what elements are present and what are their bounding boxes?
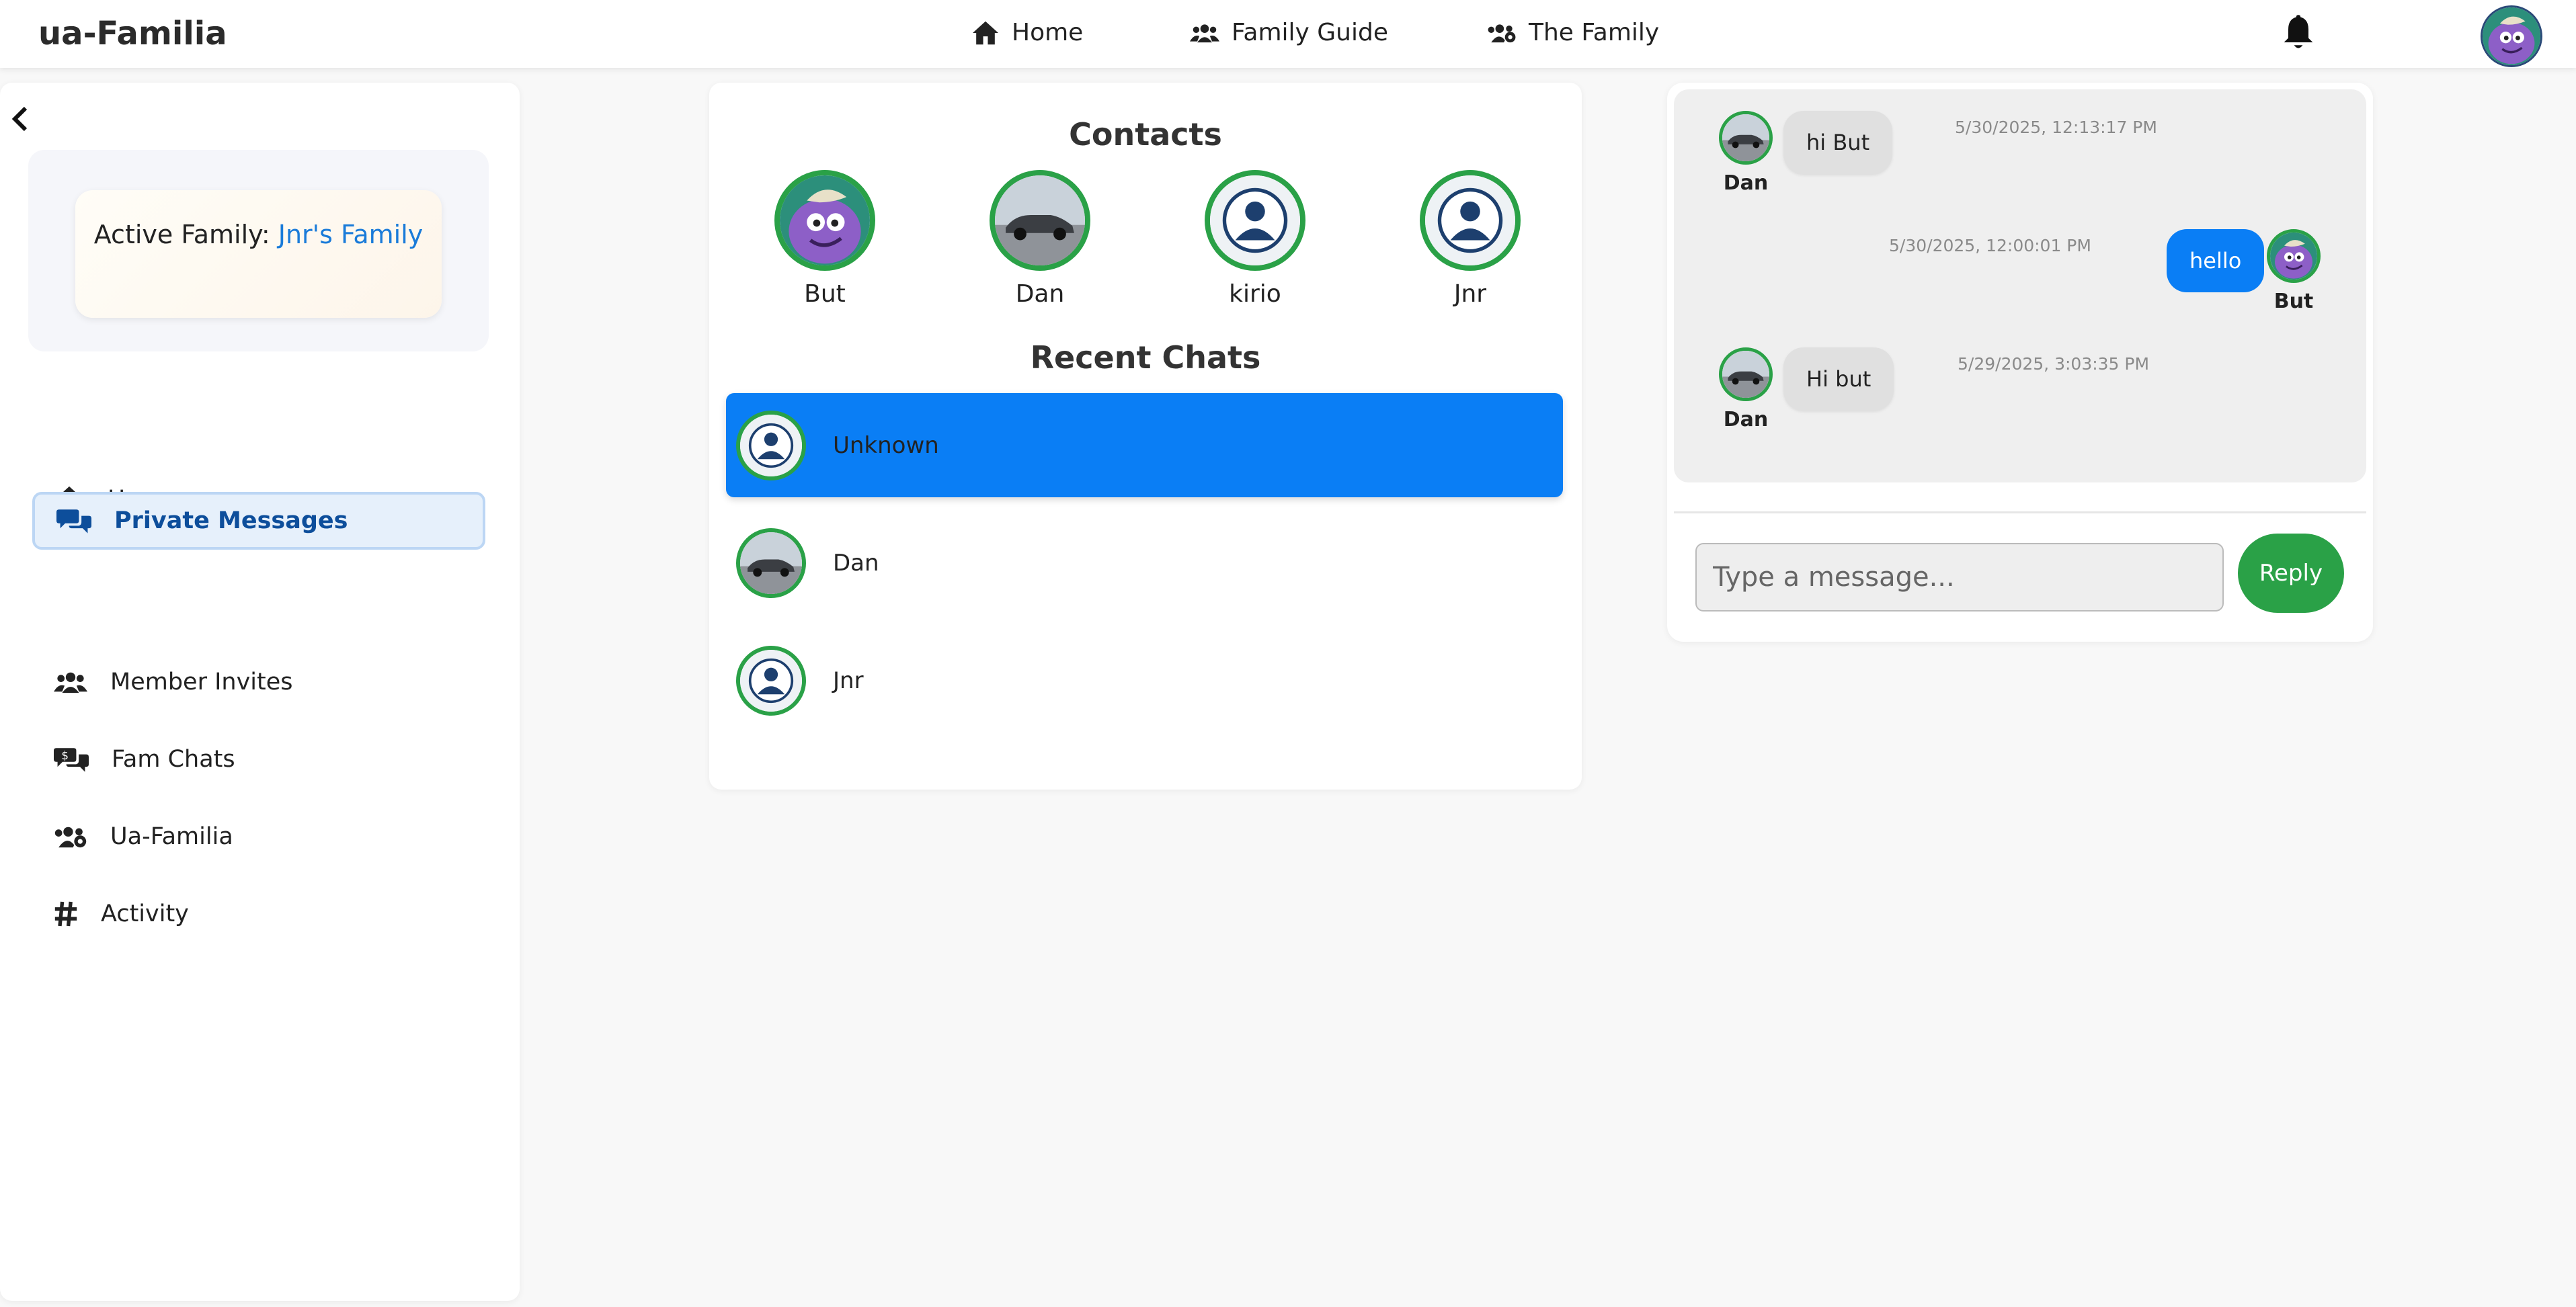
recent-chats-title: Recent Chats (1030, 339, 1261, 376)
message-input[interactable] (1695, 543, 2224, 612)
divider (1674, 511, 2366, 513)
avatar (1205, 170, 1305, 271)
chat-name: Unknown (833, 431, 939, 459)
contact-name: kirio (1229, 280, 1281, 308)
message-timestamp: 5/29/2025, 3:03:35 PM (1958, 354, 2150, 374)
sidebar-item-label: Member Invites (110, 669, 293, 695)
chevron-left-icon[interactable] (7, 103, 34, 135)
active-family-card[interactable]: Active Family: Jnr's Family (75, 190, 442, 318)
message-timestamp: 5/30/2025, 12:13:17 PM (1955, 118, 2157, 137)
contact-name: Dan (1015, 280, 1065, 308)
avatar (774, 170, 875, 271)
avatar (736, 528, 806, 598)
sidebar-item-private-messages[interactable]: Private Messages (32, 492, 485, 550)
top-navbar: ua-Familia Home Family Guide The Family (0, 0, 2576, 68)
nav-home[interactable]: Home (971, 19, 1083, 46)
avatar (736, 410, 806, 480)
reply-button[interactable]: Reply (2238, 534, 2344, 613)
avatar (736, 645, 806, 716)
message-bubble: hi But (1783, 111, 1893, 174)
nav-the-family-label: The Family (1529, 19, 1660, 46)
contacts-title: Contacts (1069, 116, 1222, 153)
avatar (1719, 111, 1773, 165)
brand-logo[interactable]: ua-Familia (38, 15, 227, 52)
recent-chat-jnr[interactable]: Jnr (726, 628, 1563, 732)
users-icon (54, 672, 87, 693)
home-icon (973, 21, 998, 44)
sidebar-item-member-invites[interactable]: Member Invites (32, 653, 485, 711)
user-avatar[interactable] (2481, 5, 2542, 67)
sidebar-item-fam-chats[interactable]: $ Fam Chats (32, 730, 485, 788)
message-sender: Dan (1723, 408, 1769, 431)
active-family-prefix: Active Family: (93, 220, 270, 249)
active-family-section: Active Family: Jnr's Family (28, 150, 489, 351)
contact-but[interactable]: But (771, 170, 879, 308)
users-gear-icon (1488, 24, 1516, 42)
recent-chat-unknown[interactable]: Unknown (726, 393, 1563, 497)
chat-panel: Dan hi But 5/30/2025, 12:13:17 PM 5/30/2… (1667, 83, 2373, 642)
contact-jnr[interactable]: Jnr (1416, 170, 1524, 308)
sidebar-item-label: Ua-Familia (110, 823, 233, 850)
message-bubble: Hi but (1783, 347, 1894, 411)
contact-name: But (804, 280, 846, 308)
message-bubble: hello (2167, 229, 2265, 292)
active-family-name: Jnr's Family (278, 220, 424, 249)
nav-the-family[interactable]: The Family (1487, 19, 1659, 46)
sidebar-item-label: Private Messages (114, 507, 348, 534)
nav-family-guide-label: Family Guide (1232, 19, 1388, 46)
message-list[interactable]: Dan hi But 5/30/2025, 12:13:17 PM 5/30/2… (1674, 89, 2366, 482)
hashtag-icon (54, 901, 77, 927)
contact-name: Jnr (1453, 280, 1487, 308)
users-icon (1190, 24, 1219, 42)
avatar (990, 170, 1090, 271)
users-gear-icon (54, 827, 87, 848)
message-sender: Dan (1723, 171, 1769, 195)
sidebar-item-activity[interactable]: Activity (32, 885, 485, 943)
avatar (1719, 347, 1773, 401)
contact-dan[interactable]: Dan (986, 170, 1094, 308)
avatar (2267, 229, 2321, 283)
sidebar-item-label: Fam Chats (112, 746, 235, 773)
chat-name: Jnr (833, 667, 864, 694)
nav-home-label: Home (1012, 19, 1084, 46)
comments-icon (56, 509, 91, 534)
comments-dollar-icon: $ (54, 748, 89, 772)
avatar (1420, 170, 1521, 271)
chat-name: Dan (833, 549, 879, 577)
recent-chat-dan[interactable]: Dan (726, 511, 1563, 615)
message-sender: But (2273, 290, 2314, 313)
message-timestamp: 5/30/2025, 12:00:01 PM (1889, 236, 2091, 255)
nav-family-guide[interactable]: Family Guide (1190, 19, 1388, 46)
sidebar-item-ua-familia[interactable]: Ua-Familia (32, 808, 485, 866)
sidebar: Active Family: Jnr's Family Home Private… (0, 83, 520, 1301)
contact-kirio[interactable]: kirio (1201, 170, 1309, 308)
bell-icon[interactable] (2281, 12, 2316, 52)
sidebar-item-label: Activity (101, 900, 189, 927)
svg-text:$: $ (61, 749, 69, 762)
contacts-panel: Contacts But Dan kirio Jnr Recent Chats … (709, 83, 1582, 790)
